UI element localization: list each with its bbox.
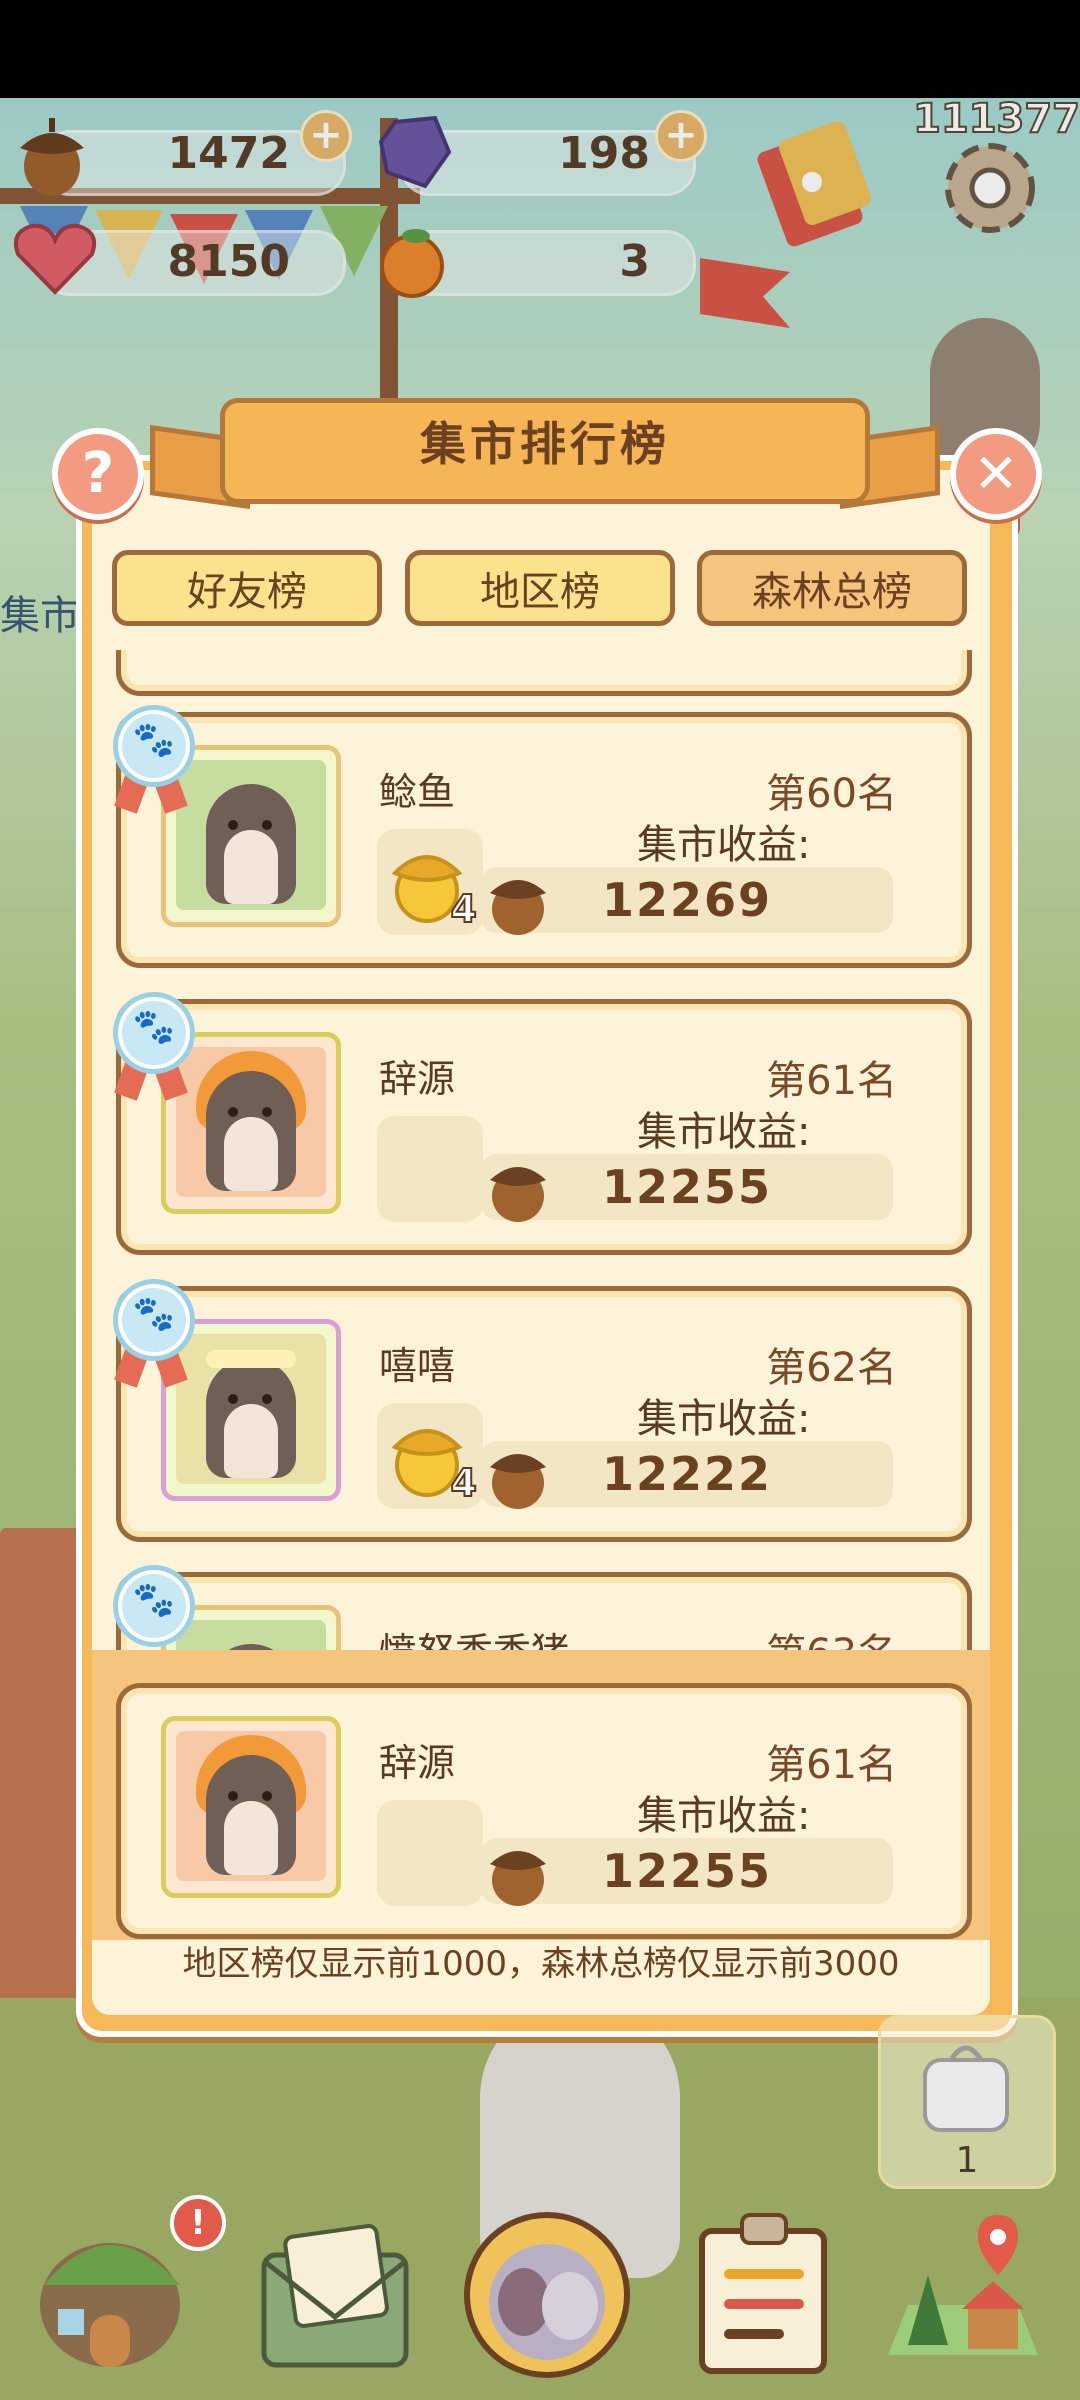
- paw-medal-icon: 🐾: [113, 1565, 195, 1647]
- empty-badge-slot: [377, 1800, 483, 1906]
- leaderboard-row[interactable]: 🐾 辞源 第61名 集市收益: 12255: [113, 992, 972, 1255]
- acorn-icon: [490, 1454, 546, 1509]
- question-icon: ?: [81, 441, 115, 506]
- map-button[interactable]: [878, 2205, 1048, 2375]
- tab-forest-total[interactable]: 森林总榜: [697, 550, 967, 626]
- earnings-label: 集市收益:: [637, 1109, 811, 1155]
- gift-count: 1: [955, 2140, 979, 2181]
- acorn-icon: [490, 1851, 546, 1906]
- list-item: [116, 650, 972, 696]
- player-name: 鲶鱼: [379, 770, 456, 814]
- leaderboard-list[interactable]: 🐾 鲶鱼 第60名 集市收益: 4 12269 🐾 辞源 第61名 集市收益: …: [112, 650, 972, 1650]
- self-rank-row[interactable]: 辞源 第61名 集市收益: 12255: [116, 1683, 972, 1939]
- earnings-label: 集市收益:: [637, 1793, 811, 1839]
- close-button[interactable]: ✕: [950, 428, 1042, 520]
- leaderboard-footer-note: 地区榜仅显示前1000，森林总榜仅显示前3000: [182, 1944, 900, 1984]
- help-button[interactable]: ?: [52, 428, 144, 520]
- avatar: [161, 745, 341, 927]
- avatar: [161, 1716, 341, 1898]
- leaderboard-row[interactable]: 🐾 嘻嘻 第62名 集市收益: 4 12222: [113, 1279, 972, 1542]
- tab-friends[interactable]: 好友榜: [112, 550, 382, 626]
- badge-level: 4: [450, 886, 478, 932]
- modal-title: 集市排行榜: [420, 417, 670, 471]
- paw-medal-icon: 🐾: [113, 992, 195, 1074]
- close-icon: ✕: [973, 442, 1019, 505]
- home-button[interactable]: !: [30, 2195, 226, 2375]
- player-name: 嘻嘻: [379, 1344, 456, 1388]
- status-bar: [0, 0, 1080, 98]
- leaderboard-row[interactable]: 🐾 愤怒香香猪 第63名: [113, 1565, 972, 1650]
- earnings-label: 集市收益:: [637, 822, 811, 868]
- letter-icon: [261, 2224, 409, 2368]
- notification-badge: !: [170, 2195, 226, 2251]
- paw-medal-icon: 🐾: [113, 1279, 195, 1361]
- mail-button[interactable]: [250, 2205, 420, 2375]
- badge-level: 4: [450, 1460, 478, 1506]
- player-rank: 第62名: [766, 1345, 897, 1391]
- player-name: 辞源: [379, 1057, 456, 1101]
- clipboard-icon: [699, 2213, 827, 2374]
- player-name: 辞源: [379, 1741, 456, 1785]
- gift-slot[interactable]: 1: [878, 2015, 1056, 2189]
- player-rank: 第63名: [766, 1621, 897, 1650]
- player-name: 愤怒香香猪: [379, 1621, 569, 1650]
- leaderboard-row[interactable]: 🐾 鲶鱼 第60名 集市收益: 4 12269: [113, 705, 972, 968]
- earnings-label: 集市收益:: [637, 1396, 811, 1442]
- acorn-icon: [490, 1167, 546, 1222]
- player-rank: 第61名: [766, 1742, 897, 1788]
- market-button[interactable]: [462, 2210, 632, 2380]
- paw-medal-icon: 🐾: [113, 705, 195, 787]
- avatar: [161, 1032, 341, 1214]
- golden-acorn-badge: 4: [377, 1403, 483, 1509]
- acorn-icon: [490, 880, 546, 935]
- empty-badge-slot: [377, 1116, 483, 1222]
- gift-bundle-icon: [923, 2045, 1009, 2132]
- market-bag-icon: [464, 2212, 630, 2378]
- avatar: [161, 1319, 341, 1501]
- map-pin-icon: [888, 2215, 1038, 2355]
- player-rank: 第61名: [766, 1058, 897, 1104]
- tasks-button[interactable]: [680, 2205, 850, 2375]
- player-rank: 第60名: [766, 771, 897, 817]
- golden-acorn-badge: 4: [377, 829, 483, 935]
- tab-region[interactable]: 地区榜: [405, 550, 675, 626]
